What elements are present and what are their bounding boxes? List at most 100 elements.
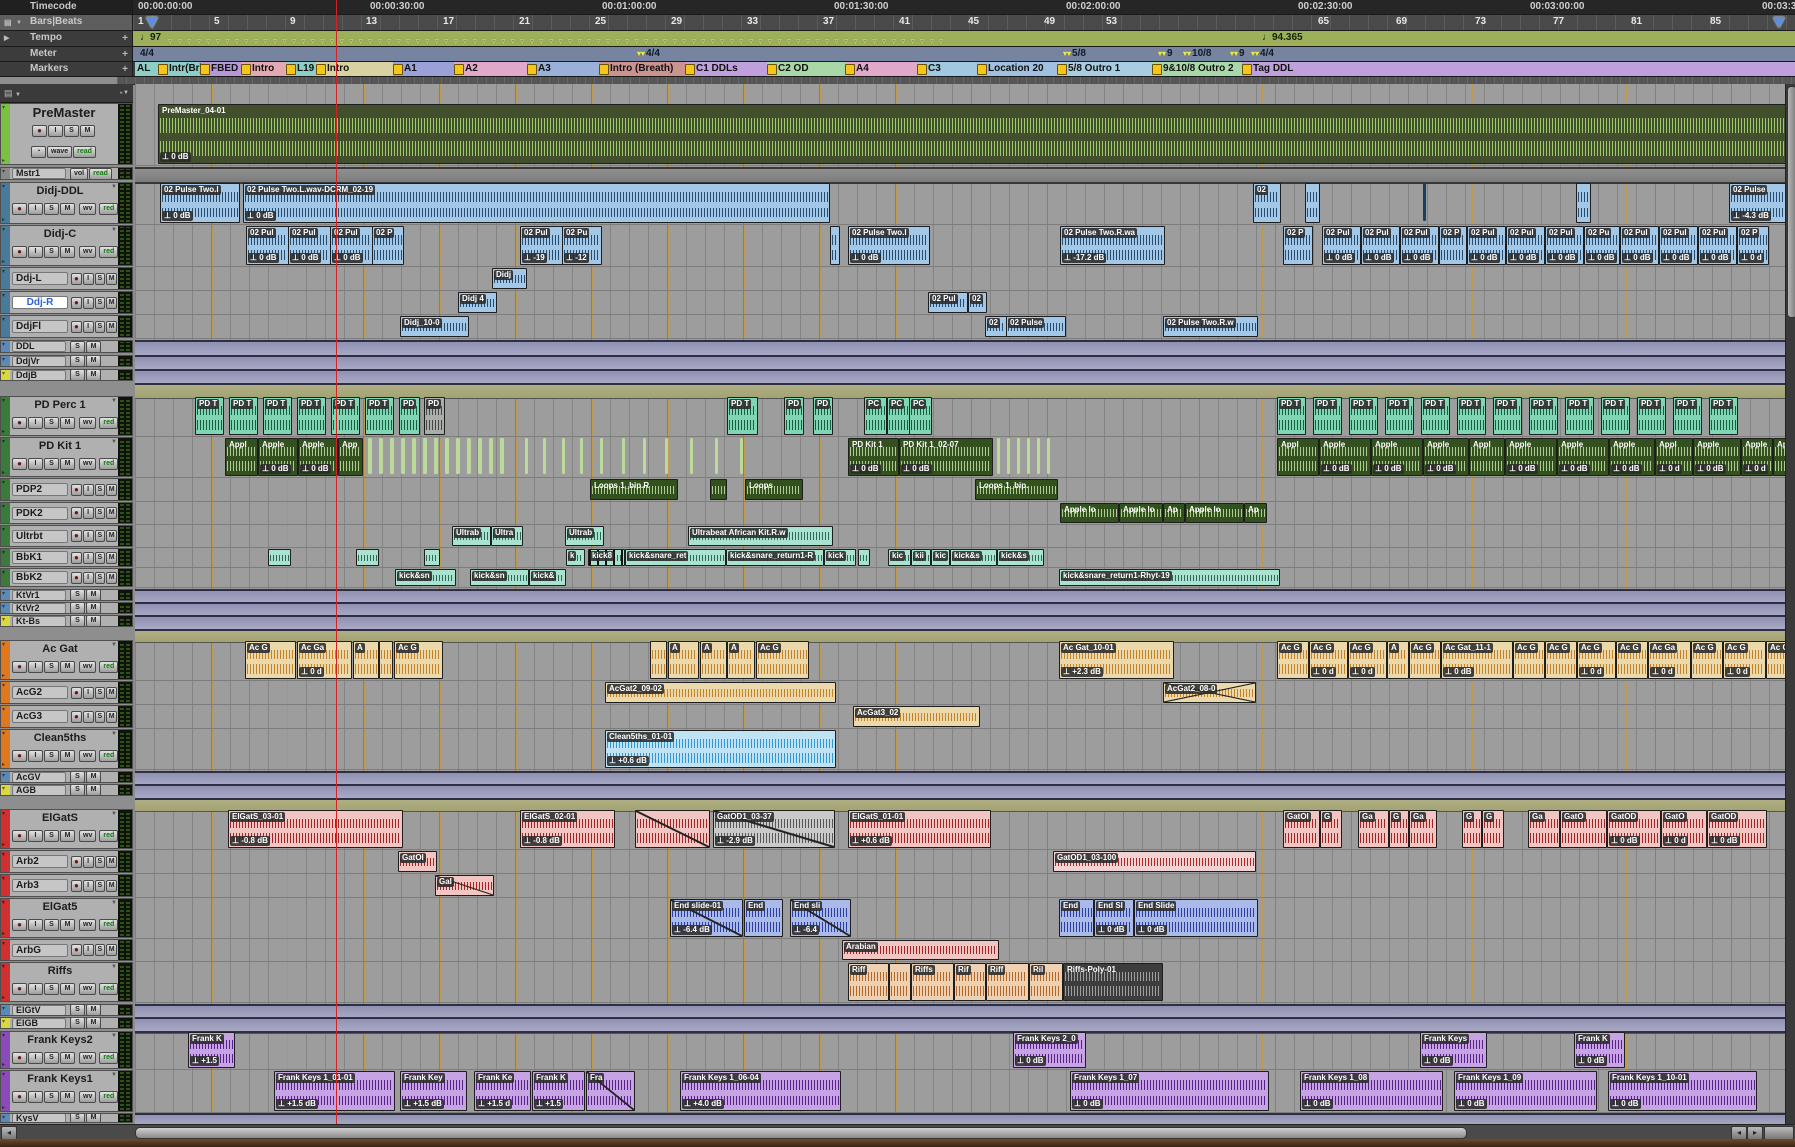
mute-button[interactable]: M <box>86 1114 101 1122</box>
track-header-ultrbt[interactable]: ▾Ultrbt●ISM <box>0 525 133 547</box>
track-name[interactable]: ArbG <box>12 944 68 957</box>
clip[interactable]: Appl⊥ 0 d <box>1655 438 1693 476</box>
automation-mode-button[interactable]: red <box>99 203 118 215</box>
clip[interactable]: Ap <box>1163 503 1185 523</box>
track-toggle-icon[interactable]: ▾ <box>2 899 5 906</box>
track-toggle-icon[interactable]: ▾ <box>2 503 5 510</box>
clip[interactable]: Ap <box>1244 503 1267 523</box>
add-marker-icon[interactable]: + <box>122 63 128 77</box>
clip[interactable]: End sli⊥ -6.4 <box>790 899 851 937</box>
clip[interactable]: kick&sn <box>395 569 456 586</box>
clip[interactable]: 02 Pul⊥ 0 dB <box>1659 226 1698 265</box>
meter-ruler[interactable]: Meter + 4/4▾▾4/4▾▾5/8▾▾9▾▾10/8▾▾9▾▾4/4 <box>0 47 1795 62</box>
marker-label[interactable]: C3 <box>928 63 941 74</box>
clip[interactable] <box>600 438 603 474</box>
solo-button[interactable]: S <box>95 856 106 868</box>
mute-button[interactable]: M <box>60 246 75 258</box>
track-name[interactable]: Ac Gat <box>12 642 108 656</box>
clip[interactable]: Rif <box>954 963 986 1001</box>
clip[interactable]: App <box>338 438 363 476</box>
track-color-strip[interactable]: ▾ <box>1 168 10 179</box>
mute-button[interactable]: M <box>106 572 117 584</box>
track-name[interactable]: DdjVr <box>12 356 66 366</box>
record-enable-button[interactable]: ● <box>12 830 27 842</box>
record-enable-button[interactable]: ● <box>71 530 82 542</box>
meter-value[interactable]: ▾▾4/4 <box>637 48 660 59</box>
scroll-right-icon[interactable]: ▸ <box>1747 1126 1763 1140</box>
solo-button[interactable]: S <box>95 273 106 285</box>
record-enable-button[interactable]: ● <box>71 880 82 892</box>
track-header-bbk1[interactable]: ▾BbK1●ISM <box>0 548 133 567</box>
clip[interactable]: End Sl⊥ 0 dB <box>1094 899 1134 937</box>
track-toggle-icon[interactable]: ▾ <box>2 356 5 363</box>
track-color-strip[interactable]: ▾▸ <box>1 899 10 937</box>
clip[interactable]: Ultrab <box>452 526 491 546</box>
track-toggle-icon[interactable]: ▾ <box>2 1018 5 1025</box>
clip[interactable] <box>543 438 546 474</box>
track-name[interactable]: Clean5ths <box>12 731 108 745</box>
input-monitor-button[interactable]: I <box>83 507 94 519</box>
input-monitor-button[interactable]: I <box>28 750 43 762</box>
timeline-row-frank-keys2[interactable]: Frank K⊥ +1.5Frank Keys 2_0⊥ 0 dBFrank K… <box>135 1031 1785 1070</box>
input-monitor-button[interactable]: I <box>83 687 94 699</box>
track-toggle-icon[interactable]: ▾ <box>2 549 5 556</box>
clip[interactable] <box>467 438 471 474</box>
add-meter-icon[interactable]: + <box>122 48 128 62</box>
timeline-selection-marker[interactable] <box>146 17 158 28</box>
clip[interactable]: kick <box>824 549 856 566</box>
track-toggle-icon[interactable]: ▾ <box>2 316 5 323</box>
timeline-row-pdk2[interactable]: Apple loApple loApApple loAp <box>135 502 1785 525</box>
solo-button[interactable]: S <box>70 341 85 352</box>
clip[interactable]: End <box>744 899 783 937</box>
marker-label[interactable]: FBED <box>211 63 238 74</box>
scroll-corner[interactable] <box>1764 1126 1794 1140</box>
clip[interactable]: Appl <box>1469 438 1505 476</box>
clip[interactable]: Riff <box>986 963 1029 1001</box>
track-header-pdp2[interactable]: ▾PDP2●ISM <box>0 478 133 501</box>
track-options-icon[interactable]: ▼ <box>111 1072 117 1078</box>
track-options-icon[interactable]: ▼ <box>111 227 117 233</box>
timeline-row-elgats[interactable]: ElGatS_03-01⊥ -0.8 dBElGatS_02-01⊥ -0.8 … <box>135 809 1785 850</box>
clip[interactable]: 02 Pul⊥ 0 dB <box>246 226 289 265</box>
track-toggle-icon[interactable]: ▾ <box>2 785 5 792</box>
track-header-elgats[interactable]: ▾▸ElGatS▼●ISMwvred <box>0 809 133 849</box>
record-enable-button[interactable]: ● <box>71 297 82 309</box>
marker-flag-icon[interactable] <box>454 64 464 75</box>
clip[interactable] <box>356 549 379 566</box>
track-options-icon[interactable]: ▼ <box>111 900 117 906</box>
marker-flag-icon[interactable] <box>599 64 609 75</box>
track-header-acg2[interactable]: ▾AcG2●ISM <box>0 681 133 704</box>
record-enable-button[interactable]: ● <box>71 507 82 519</box>
clip[interactable]: PD T <box>229 397 258 435</box>
mute-button[interactable]: M <box>86 356 101 366</box>
track-play-icon[interactable]: ▸ <box>2 258 5 265</box>
timeline-row-ddjfl[interactable]: Didj_10-00202 Pulse02 Pulse Two.R.w <box>135 315 1785 339</box>
clip[interactable] <box>445 438 449 474</box>
mute-button[interactable]: M <box>60 661 75 673</box>
track-name[interactable]: PreMaster <box>10 104 118 121</box>
track-header-elgat5[interactable]: ▾▸ElGat5▼●ISMwvred <box>0 898 133 938</box>
marker-label[interactable]: Tag DDL <box>1253 63 1293 74</box>
track-toggle-icon[interactable]: ▾ <box>2 292 5 299</box>
meter-value[interactable]: ▾▾9 <box>1230 48 1245 59</box>
track-header-didj-ddl[interactable]: ▾▸Didj-DDL▼●ISMwvred <box>0 182 133 224</box>
track-toggle-icon[interactable]: ▾ <box>2 479 5 486</box>
mute-button[interactable]: M <box>86 590 101 600</box>
automation-mode-button[interactable]: red <box>99 830 118 842</box>
clip[interactable]: A <box>353 641 379 679</box>
input-monitor-button[interactable]: I <box>28 983 43 995</box>
clip[interactable]: PD T <box>297 397 326 435</box>
track-color-strip[interactable]: ▾ <box>1 851 10 872</box>
mute-button[interactable]: M <box>106 273 117 285</box>
clip[interactable]: kic <box>931 549 950 566</box>
clip[interactable] <box>412 438 416 474</box>
clip[interactable]: Apple⊥ 0 dB <box>1609 438 1655 476</box>
clip[interactable]: Ac G <box>1409 641 1441 679</box>
timebase-button[interactable]: ◔ <box>31 146 46 158</box>
track-toggle-icon[interactable]: ▾ <box>2 341 5 348</box>
clip[interactable]: Riffs-Poly-01 <box>1063 963 1163 1001</box>
clip[interactable] <box>1027 438 1030 474</box>
clip[interactable] <box>665 438 668 474</box>
clip[interactable]: Ultrab <box>565 526 604 546</box>
clip[interactable] <box>690 438 693 474</box>
